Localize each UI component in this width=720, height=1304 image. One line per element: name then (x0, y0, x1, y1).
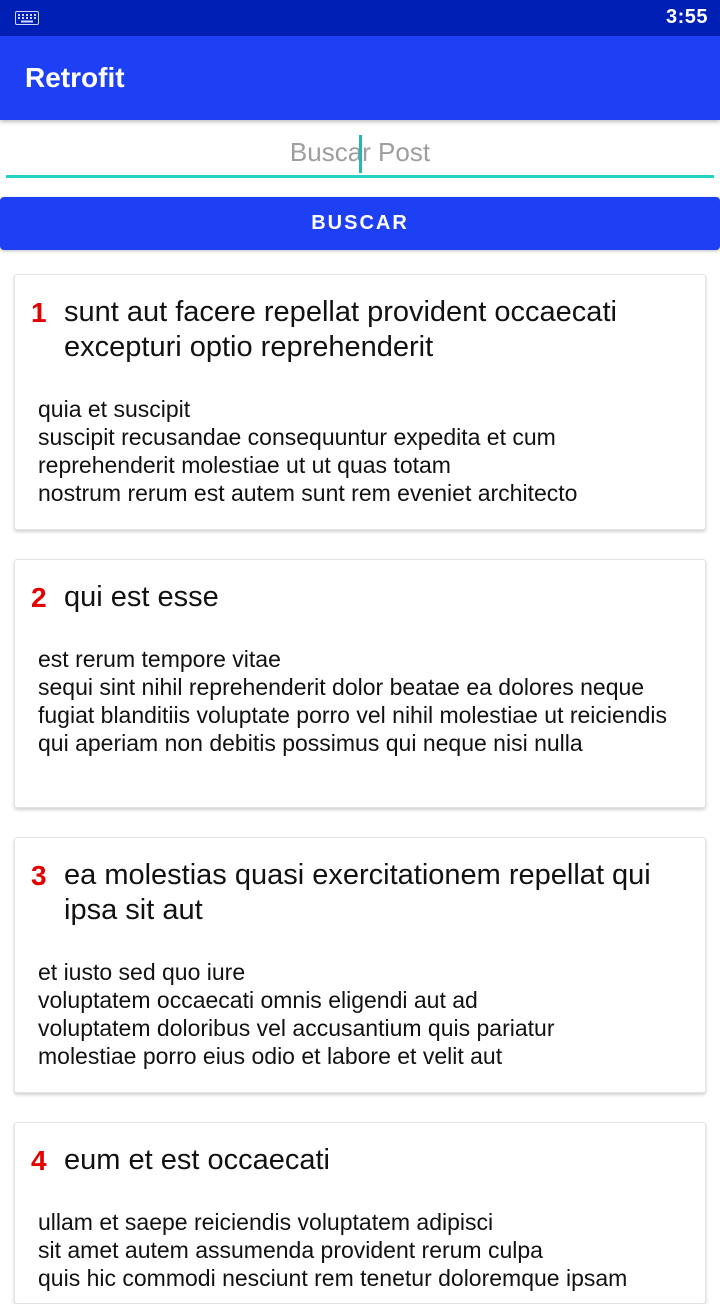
post-title: ea molestias quasi exercitationem repell… (64, 859, 651, 926)
post-card[interactable]: 1 sunt aut facere repellat provident occ… (14, 274, 706, 530)
post-id: 3 (31, 860, 47, 891)
keyboard-icon (15, 11, 39, 25)
app-title: Retrofit (25, 62, 125, 93)
search-underline (6, 175, 714, 178)
post-body: ullam et saepe reiciendis voluptatem adi… (38, 1209, 628, 1291)
post-title: sunt aut facere repellat provident occae… (64, 296, 617, 363)
post-body: quia et suscipit suscipit recusandae con… (38, 396, 578, 506)
status-time: 3:55 (665, 6, 708, 28)
post-card[interactable]: 3 ea molestias quasi exercitationem repe… (14, 837, 706, 1093)
text-cursor (359, 135, 362, 173)
post-id: 4 (31, 1145, 47, 1176)
post-body: est rerum tempore vitae sequi sint nihil… (38, 646, 668, 756)
post-id: 1 (31, 297, 47, 328)
post-body: et iusto sed quo iure voluptatem occaeca… (38, 959, 555, 1069)
post-card[interactable]: 2 qui est esse est rerum tempore vitae s… (14, 559, 706, 808)
post-card[interactable]: 4 eum et est occaecati ullam et saepe re… (14, 1122, 706, 1304)
status-bar: 3:55 (0, 0, 720, 36)
search-field-container (6, 130, 714, 178)
post-title: qui est esse (64, 581, 219, 613)
app-bar: Retrofit (0, 36, 720, 120)
post-id: 2 (31, 582, 47, 613)
search-button[interactable]: BUSCAR (0, 197, 720, 250)
post-title: eum et est occaecati (64, 1144, 330, 1176)
